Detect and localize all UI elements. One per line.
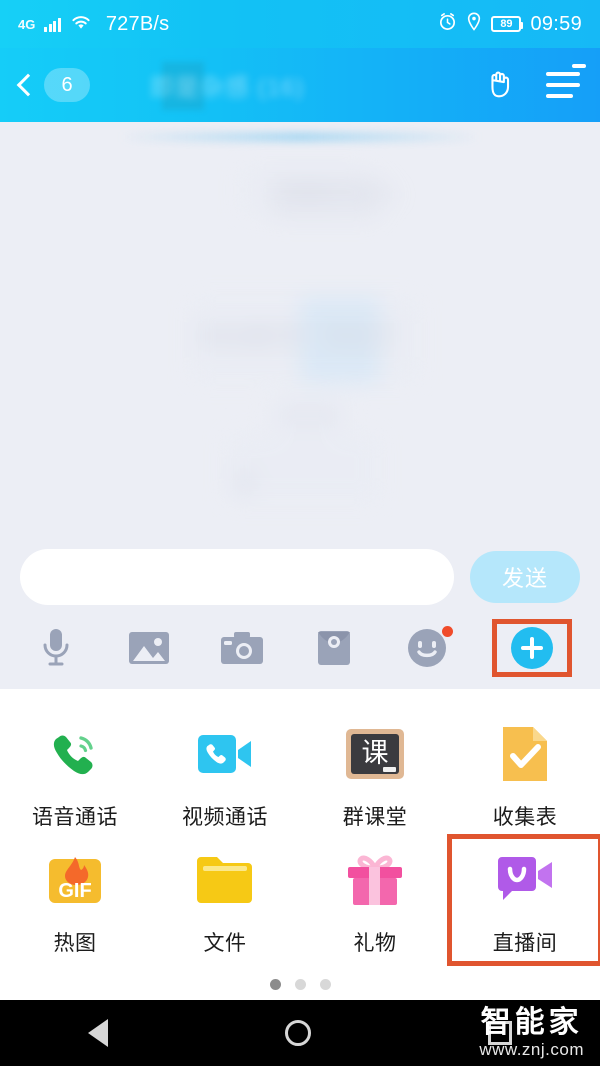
panel-item-video-call[interactable]: 视频通话 bbox=[150, 711, 300, 837]
menu-notification-dot bbox=[572, 64, 586, 68]
classroom-icon: 课 bbox=[342, 721, 408, 787]
camera-icon[interactable] bbox=[214, 624, 270, 672]
form-icon bbox=[492, 721, 558, 787]
panel-grid-row-2: GIF 热图 文件 礼物 直播间 bbox=[0, 834, 600, 966]
blurred-chat-content: 已撤回 09:51 本帖置顶！等我下 09:58 我 bbox=[0, 122, 600, 535]
video-call-icon bbox=[192, 721, 258, 787]
blurred-message: 本帖置顶！等我下 bbox=[193, 321, 402, 352]
wifi-icon bbox=[70, 14, 92, 35]
page-dot[interactable] bbox=[294, 979, 306, 990]
blurred-message: 我 bbox=[233, 470, 256, 495]
message-input[interactable] bbox=[20, 549, 454, 605]
classroom-glyph: 课 bbox=[362, 738, 389, 769]
phone-screen: 4G 727B/s 89 09:59 6 即是杂感 (16) 已撤回 09:51… bbox=[0, 0, 600, 1066]
live-room-icon bbox=[492, 847, 558, 913]
panel-item-hot-gif[interactable]: GIF 热图 bbox=[0, 837, 150, 963]
hamburger-menu-icon[interactable] bbox=[546, 64, 586, 98]
gift-icon bbox=[342, 847, 408, 913]
panel-item-live-room[interactable]: 直播间 bbox=[447, 834, 600, 966]
emoji-notification-dot bbox=[442, 626, 454, 637]
folder-icon bbox=[192, 847, 258, 913]
attachment-panel: 语音通话 视频通话 课 群课堂 收集表 GIF 热图 文件 礼物 直播间 bbox=[0, 689, 600, 1000]
menu-line bbox=[546, 83, 580, 87]
page-dot-active[interactable] bbox=[269, 979, 281, 990]
battery-level-label: 89 bbox=[500, 18, 513, 30]
clock-label: 09:59 bbox=[530, 12, 582, 35]
page-dot[interactable] bbox=[319, 979, 331, 990]
status-bar-right: 89 09:59 bbox=[438, 12, 582, 36]
page-title: 即是杂感 (16) bbox=[150, 74, 305, 102]
menu-line bbox=[546, 72, 580, 76]
panel-item-gift[interactable]: 礼物 bbox=[300, 837, 450, 963]
gallery-icon[interactable] bbox=[121, 624, 177, 672]
alarm-clock-icon bbox=[438, 12, 457, 36]
plus-icon[interactable] bbox=[510, 627, 553, 669]
panel-item-voice-call[interactable]: 语音通话 bbox=[0, 711, 150, 837]
red-envelope-icon[interactable] bbox=[306, 624, 362, 672]
panel-grid-row-1: 语音通话 视频通话 课 群课堂 收集表 bbox=[0, 711, 600, 837]
gif-glyph: GIF bbox=[58, 880, 91, 902]
emoji-icon[interactable] bbox=[399, 624, 455, 672]
chat-message-area[interactable]: 已撤回 09:51 本帖置顶！等我下 09:58 我 bbox=[0, 122, 600, 535]
blurred-message: 09:58 bbox=[281, 403, 338, 428]
send-button[interactable]: 发送 bbox=[470, 551, 580, 603]
panel-item-label: 直播间 bbox=[492, 932, 558, 955]
panel-item-label: 热图 bbox=[53, 932, 97, 955]
voice-call-icon bbox=[42, 721, 108, 787]
panel-item-label: 礼物 bbox=[353, 932, 397, 955]
back-button[interactable]: 6 bbox=[16, 68, 90, 102]
back-chevron-icon bbox=[16, 73, 40, 97]
location-pin-icon bbox=[466, 12, 482, 36]
panel-item-label: 文件 bbox=[203, 932, 247, 955]
panel-item-collection-form[interactable]: 收集表 bbox=[450, 711, 600, 837]
gif-icon: GIF bbox=[42, 847, 108, 913]
blurred-message: 已撤回 09:51 bbox=[271, 181, 399, 206]
unread-count-badge[interactable]: 6 bbox=[44, 68, 90, 102]
network-speed-label: 727B/s bbox=[105, 12, 170, 35]
app-header-actions bbox=[482, 64, 586, 107]
attachment-toolbar bbox=[0, 605, 600, 689]
nav-recents-square-icon[interactable] bbox=[487, 1021, 512, 1045]
status-bar-left: 4G 727B/s bbox=[18, 13, 169, 36]
nav-back-triangle-icon[interactable] bbox=[88, 1019, 109, 1047]
app-header: 6 即是杂感 (16) bbox=[0, 48, 600, 122]
panel-item-label: 语音通话 bbox=[32, 806, 118, 829]
input-row: 发送 bbox=[20, 549, 580, 605]
network-type-label: 4G bbox=[18, 16, 36, 32]
panel-item-label: 视频通话 bbox=[182, 806, 268, 829]
page-indicator bbox=[0, 963, 600, 1000]
panel-item-label: 群课堂 bbox=[342, 806, 408, 829]
status-bar: 4G 727B/s 89 09:59 bbox=[0, 0, 600, 48]
android-navigation-bar: 智能家 www.znj.com bbox=[0, 1000, 600, 1066]
panel-item-file[interactable]: 文件 bbox=[150, 837, 300, 963]
panel-item-label: 收集表 bbox=[492, 806, 558, 829]
message-input-bar: 发送 bbox=[0, 535, 600, 605]
nav-home-circle-icon[interactable] bbox=[284, 1020, 311, 1046]
more-button-highlight bbox=[491, 619, 572, 677]
signal-bars-icon bbox=[44, 17, 61, 32]
panel-item-classroom[interactable]: 课 群课堂 bbox=[300, 711, 450, 837]
menu-line bbox=[546, 94, 573, 98]
voice-record-icon[interactable] bbox=[28, 624, 84, 672]
rock-hand-icon[interactable] bbox=[482, 64, 520, 107]
battery-indicator: 89 bbox=[491, 16, 524, 32]
